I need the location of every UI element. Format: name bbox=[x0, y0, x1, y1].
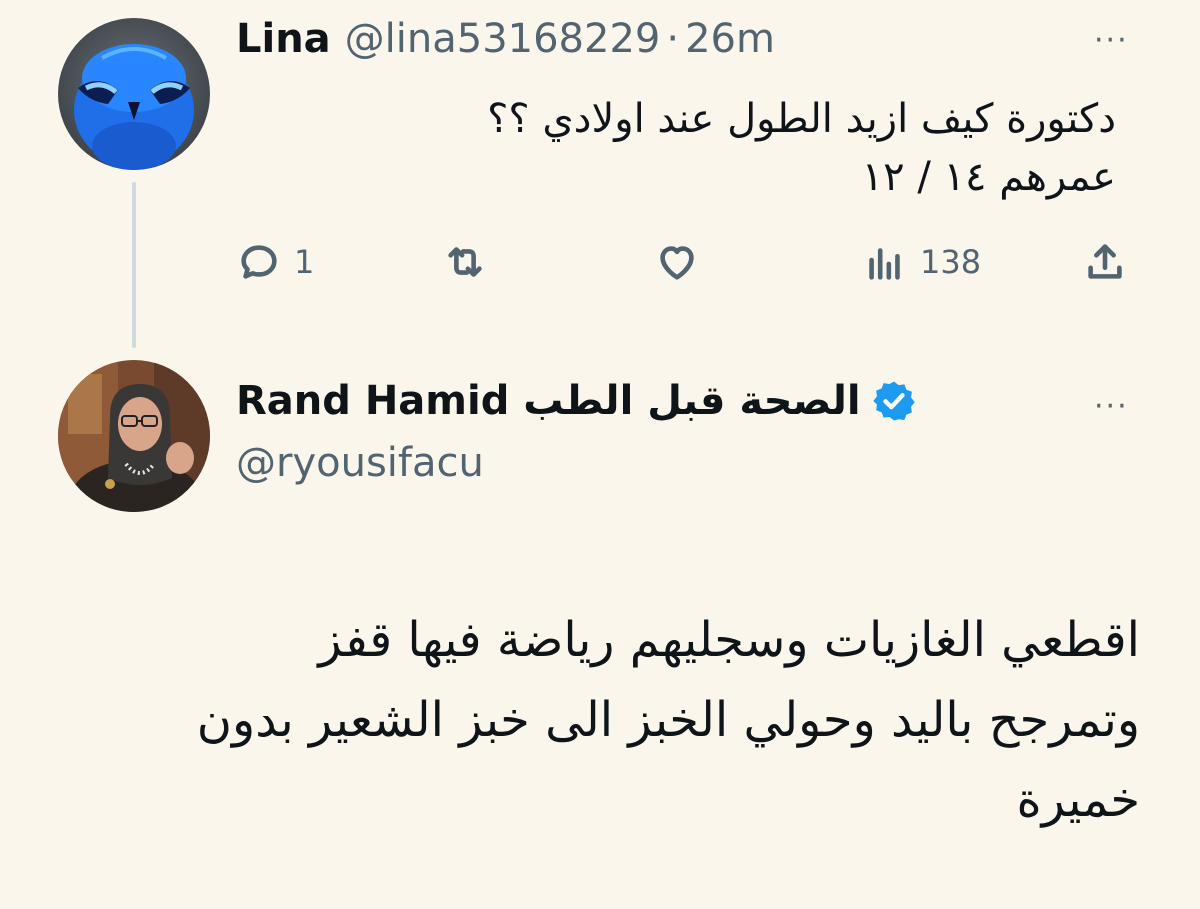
author-handle[interactable]: @ryousifacu bbox=[236, 440, 484, 486]
views-icon bbox=[869, 248, 900, 280]
separator-dot: · bbox=[666, 16, 680, 62]
retweet-icon bbox=[448, 247, 482, 277]
reply-icon bbox=[241, 245, 277, 279]
author-name[interactable]: Lina bbox=[236, 16, 331, 62]
share-icon bbox=[1088, 244, 1122, 279]
reply-button[interactable]: 1 bbox=[236, 236, 314, 288]
views-button[interactable]: 138 bbox=[862, 236, 981, 288]
like-button[interactable] bbox=[654, 236, 700, 288]
avatar-rand-hamid[interactable] bbox=[58, 360, 210, 512]
tweet2-header: Rand Hamid الصحة قبل الطب bbox=[236, 378, 927, 424]
thread-connector bbox=[132, 182, 136, 348]
views-count: 138 bbox=[920, 243, 982, 281]
more-icon[interactable]: ··· bbox=[1094, 26, 1129, 56]
tweet2-handle-row: @ryousifacu bbox=[236, 440, 484, 486]
author-name[interactable]: Rand Hamid الصحة قبل الطب bbox=[236, 378, 861, 424]
tweet1-text: دكتورة كيف ازيد الطول عند اولادي ؟؟ عمره… bbox=[487, 96, 1116, 200]
like-icon bbox=[660, 246, 694, 280]
tweet1-action-bar: 1 138 bbox=[236, 236, 1136, 288]
timestamp[interactable]: 26m bbox=[685, 16, 775, 62]
verified-badge-icon bbox=[871, 378, 917, 424]
retweet-button[interactable] bbox=[442, 236, 488, 288]
tweet2-text: اقطعي الغازيات وسجليهم رياضة فيها قفز وت… bbox=[196, 612, 1140, 828]
author-handle[interactable]: @lina53168229 bbox=[345, 16, 661, 62]
avatar-lina[interactable] bbox=[58, 18, 210, 170]
reply-count: 1 bbox=[294, 243, 315, 281]
share-button[interactable] bbox=[1082, 236, 1128, 288]
more-icon[interactable]: ··· bbox=[1094, 392, 1129, 422]
tweet1-header: Lina @lina53168229 · 26m bbox=[236, 16, 775, 62]
